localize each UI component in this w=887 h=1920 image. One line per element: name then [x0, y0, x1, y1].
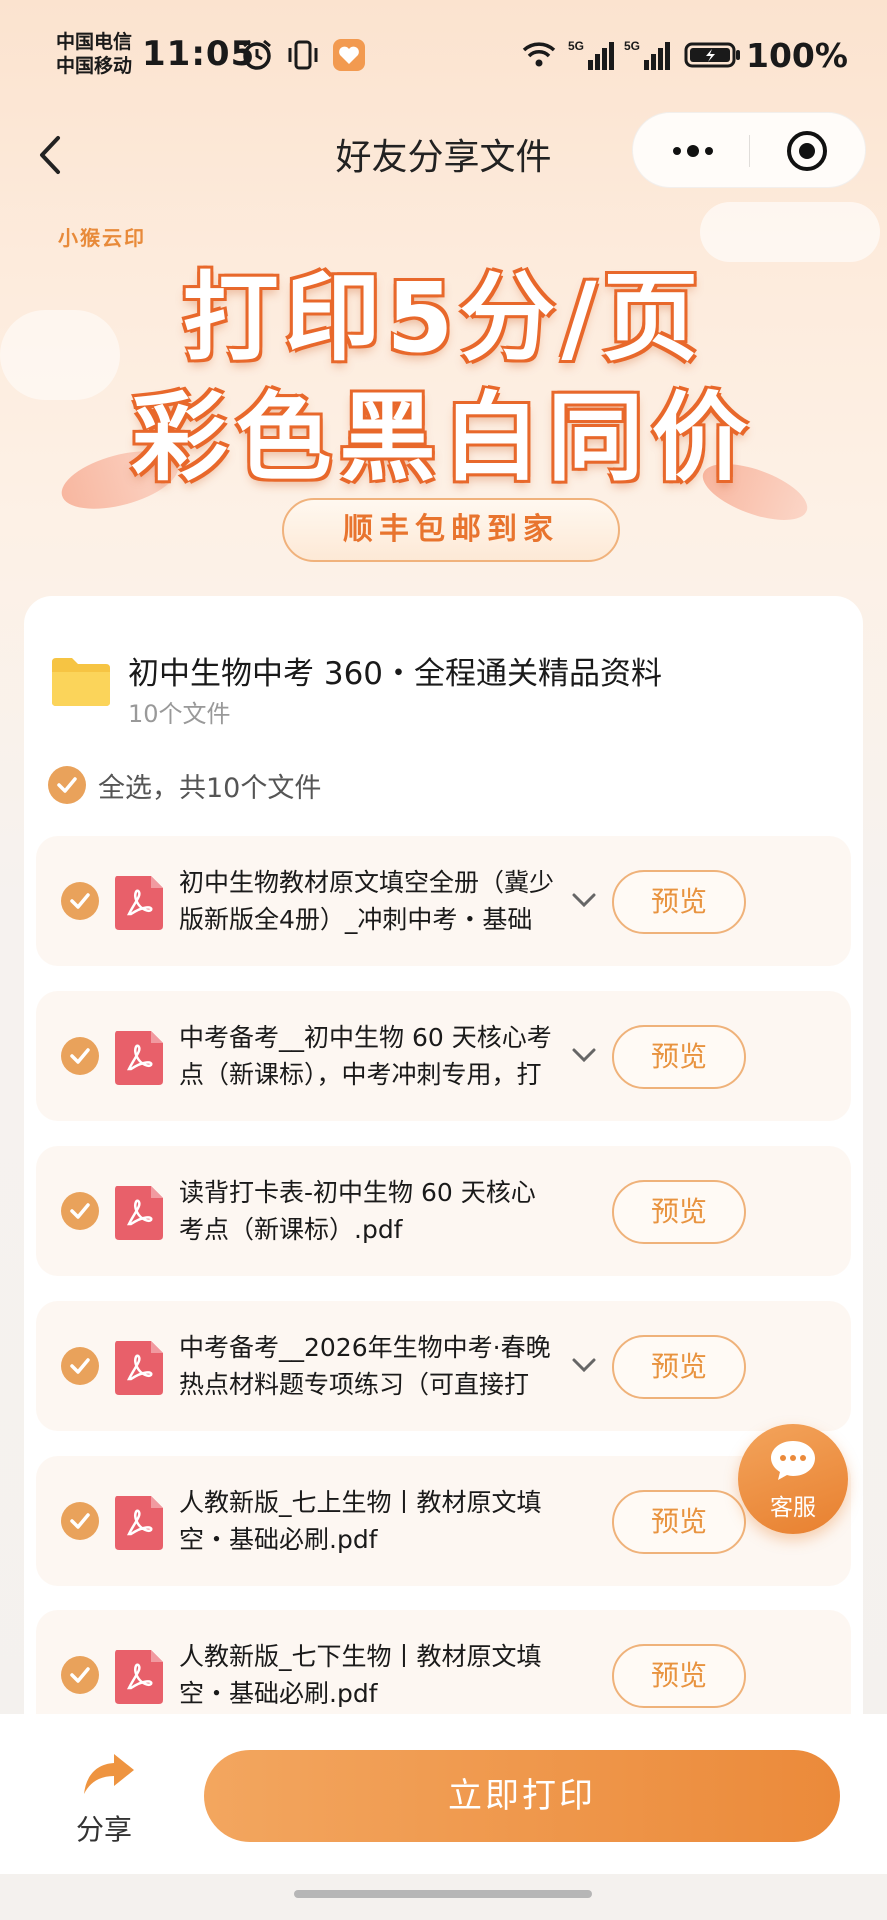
bottom-action-bar: 分享 立即打印	[0, 1714, 887, 1874]
preview-button[interactable]: 预览	[612, 1180, 746, 1244]
file-item[interactable]: 中考备考__初中生物 60 天核心考点（新课标），中考冲刺专用，打印... 预览	[36, 991, 851, 1121]
file-checkbox[interactable]	[61, 1347, 99, 1385]
battery-percent: 100%	[746, 36, 848, 75]
share-label[interactable]: 分享	[76, 1808, 132, 1848]
signal-5g-icon-2: 5G	[624, 39, 670, 70]
select-all-checkbox[interactable]	[48, 766, 86, 804]
file-checkbox[interactable]	[61, 1037, 99, 1075]
file-checkbox[interactable]	[61, 882, 99, 920]
file-checkbox[interactable]	[61, 1502, 99, 1540]
pdf-file-icon	[115, 1341, 163, 1395]
file-name: 初中生物教材原文填空全册（冀少版新版全4册）_冲刺中考・基础必刷_...	[179, 868, 555, 934]
select-all-label: 全选，共10个文件	[98, 773, 322, 804]
preview-button[interactable]: 预览	[612, 1335, 746, 1399]
svg-text:5G: 5G	[568, 39, 584, 53]
status-bar: 中国电信 中国移动 11:05 5G 5G 100%	[0, 0, 887, 110]
folder-icon	[52, 658, 110, 706]
chevron-down-icon[interactable]	[568, 1351, 600, 1379]
wifi-icon	[522, 42, 556, 67]
pdf-file-icon	[115, 1496, 163, 1550]
shipping-badge: 顺丰包邮到家	[282, 498, 620, 562]
preview-button[interactable]: 预览	[612, 1490, 746, 1554]
clock: 11:05	[142, 34, 256, 74]
banner-headline: 打印5分/页	[182, 262, 705, 374]
chat-bubble-icon	[771, 1441, 815, 1480]
file-checkbox[interactable]	[61, 1656, 99, 1694]
preview-button[interactable]: 预览	[612, 1025, 746, 1089]
carrier-2: 中国移动	[56, 55, 133, 77]
customer-service-button[interactable]: 客服	[738, 1424, 848, 1534]
folder-file-count: 10个文件	[128, 700, 231, 728]
customer-service-label: 客服	[770, 1495, 816, 1521]
carrier-1: 中国电信	[56, 31, 133, 53]
signal-5g-icon-1: 5G	[568, 39, 614, 70]
health-app-icon	[333, 39, 365, 71]
file-checkbox[interactable]	[61, 1192, 99, 1230]
alarm-icon	[243, 39, 271, 70]
folder-title: 初中生物中考 360・全程通关精品资料	[128, 656, 663, 692]
pdf-file-icon	[115, 1650, 163, 1704]
pdf-file-icon	[115, 876, 163, 930]
file-share-card: 初中生物中考 360・全程通关精品资料 10个文件 全选，共10个文件 初中生物…	[24, 596, 863, 1796]
file-item[interactable]: 读背打卡表-初中生物 60 天核心考点（新课标）.pdf 预览	[36, 1146, 851, 1276]
more-options-icon[interactable]	[665, 135, 721, 167]
file-item[interactable]: 初中生物教材原文填空全册（冀少版新版全4册）_冲刺中考・基础必刷_... 预览	[36, 836, 851, 966]
share-arrow-icon[interactable]	[80, 1750, 138, 1798]
battery-icon	[684, 42, 740, 68]
file-name: 中考备考__初中生物 60 天核心考点（新课标），中考冲刺专用，打印...	[179, 1023, 552, 1089]
home-indicator[interactable]	[294, 1890, 592, 1898]
capsule-divider	[749, 135, 750, 167]
preview-button[interactable]: 预览	[612, 870, 746, 934]
svg-text:5G: 5G	[624, 39, 640, 53]
file-name: 人教新版_七上生物丨教材原文填空・基础必刷.pdf	[179, 1488, 542, 1554]
file-item[interactable]: 中考备考__2026年生物中考·春晚热点材料题专项练习（可直接打印）.... 预…	[36, 1301, 851, 1431]
close-program-icon[interactable]	[785, 129, 829, 173]
file-name: 中考备考__2026年生物中考·春晚热点材料题专项练习（可直接打印）....	[179, 1333, 551, 1399]
file-item[interactable]: 人教新版_七上生物丨教材原文填空・基础必刷.pdf 预览	[36, 1456, 851, 1586]
banner-subheadline: 彩色黑白同价	[131, 382, 756, 494]
file-name: 读背打卡表-初中生物 60 天核心考点（新课标）.pdf	[179, 1178, 536, 1244]
print-now-button[interactable]: 立即打印	[204, 1750, 840, 1842]
mini-program-capsule	[632, 112, 866, 188]
chevron-down-icon[interactable]	[568, 886, 600, 914]
carrier-labels: 中国电信 中国移动	[56, 30, 132, 78]
chevron-down-icon[interactable]	[568, 1041, 600, 1069]
file-name: 人教新版_七下生物丨教材原文填空・基础必刷.pdf	[179, 1642, 542, 1708]
pdf-file-icon	[115, 1031, 163, 1085]
pdf-file-icon	[115, 1186, 163, 1240]
promo-banner[interactable]: 小猴云印 打印5分/页 彩色黑白同价 顺丰包邮到家	[0, 200, 887, 580]
preview-button[interactable]: 预览	[612, 1644, 746, 1708]
vibrate-icon	[288, 40, 318, 70]
